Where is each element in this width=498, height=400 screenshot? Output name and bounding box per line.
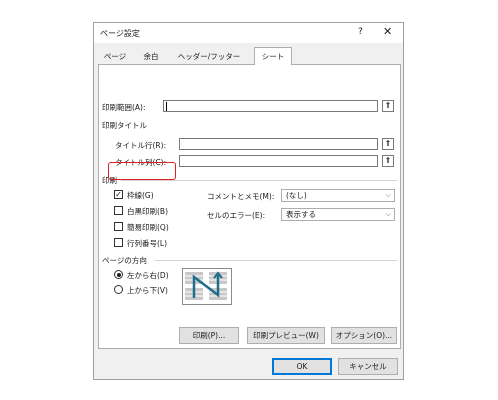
chevron-down-icon: ⌵ <box>385 191 391 199</box>
left-to-right-radio[interactable] <box>114 270 123 279</box>
close-button[interactable]: ✕ <box>383 25 392 38</box>
cell-errors-label: セルのエラー(E): <box>207 211 266 220</box>
sheet-panel: 印刷範囲(A): ⇑ 印刷タイトル タイトル行(R): ⇑ タイトル列(C): … <box>98 64 401 349</box>
print-preview-button[interactable]: 印刷プレビュー(W) <box>247 327 325 344</box>
bw-print-label: 白黒印刷(B) <box>127 207 168 216</box>
page-order-divider <box>155 260 397 261</box>
tab-page[interactable]: ページ <box>100 49 130 64</box>
cell-errors-value: 表示する <box>286 210 316 219</box>
page-order-preview-icon <box>182 268 232 305</box>
tab-margins[interactable]: 余白 <box>137 49 165 64</box>
title-rows-input[interactable] <box>179 138 378 150</box>
draft-print-label: 簡易印刷(Q) <box>127 223 169 232</box>
gridlines-label: 枠線(G) <box>127 191 154 200</box>
chevron-down-icon: ⌵ <box>385 210 391 218</box>
gridlines-checkbox[interactable]: ✓ <box>114 190 123 199</box>
row-col-headings-checkbox[interactable] <box>114 238 123 247</box>
top-to-bottom-radio[interactable] <box>114 285 123 294</box>
comments-select[interactable]: (なし) ⌵ <box>281 189 395 202</box>
print-area-label: 印刷範囲(A): <box>102 103 146 112</box>
row-col-headings-label: 行列番号(L) <box>127 239 168 248</box>
top-to-bottom-label: 上から下(V) <box>127 286 168 295</box>
cancel-button[interactable]: キャンセル <box>338 358 398 375</box>
print-button[interactable]: 印刷(P)... <box>179 327 239 344</box>
tab-strip: ページ 余白 ヘッダー/フッター シート <box>94 47 403 65</box>
title-cols-collapse-icon[interactable]: ⇑ <box>382 155 394 167</box>
left-to-right-label: 左から右(D) <box>127 271 169 280</box>
print-group-divider <box>121 180 397 181</box>
print-area-collapse-icon[interactable]: ⇑ <box>382 100 394 112</box>
title-bar: ページ設定 ? ✕ <box>94 23 403 43</box>
page-setup-dialog: ページ設定 ? ✕ ページ 余白 ヘッダー/フッター シート 印刷範囲(A): … <box>93 22 404 380</box>
help-button[interactable]: ? <box>358 27 363 37</box>
comments-label: コメントとメモ(M): <box>207 192 275 201</box>
print-area-input[interactable] <box>163 100 378 112</box>
draft-print-checkbox[interactable] <box>114 222 123 231</box>
comments-value: (なし) <box>286 191 307 200</box>
ok-button[interactable]: OK <box>272 358 332 375</box>
tab-sheet[interactable]: シート <box>254 47 292 65</box>
page-order-group-label: ページの方向 <box>102 256 147 265</box>
dialog-title: ページ設定 <box>100 29 140 38</box>
text-cursor <box>166 102 167 111</box>
title-rows-label: タイトル行(R): <box>115 141 167 150</box>
cell-errors-select[interactable]: 表示する ⌵ <box>281 208 395 221</box>
gridlines-highlight-box <box>108 162 176 180</box>
print-titles-group-label: 印刷タイトル <box>102 121 147 130</box>
title-cols-input[interactable] <box>179 155 378 167</box>
tab-header-footer[interactable]: ヘッダー/フッター <box>171 49 247 64</box>
bw-print-checkbox[interactable] <box>114 206 123 215</box>
options-button[interactable]: オプション(O)... <box>331 327 397 344</box>
title-rows-collapse-icon[interactable]: ⇑ <box>382 138 394 150</box>
